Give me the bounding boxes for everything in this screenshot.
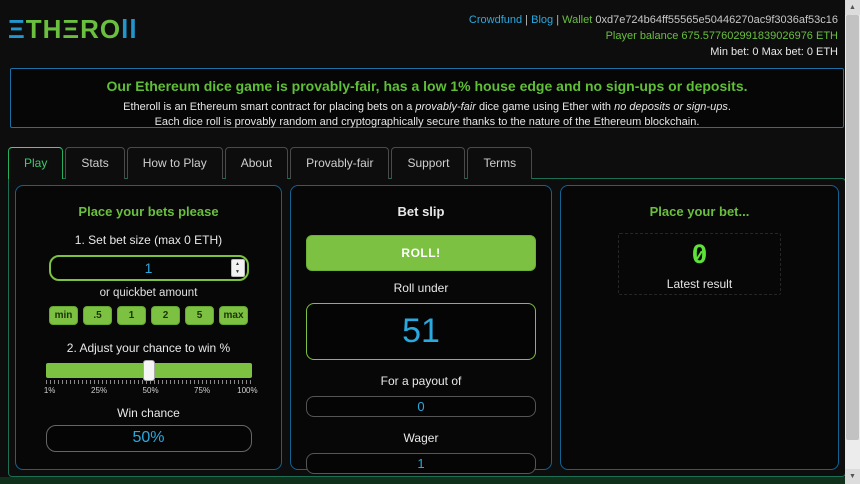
- tick-label: 50%: [143, 386, 159, 395]
- payout-label: For a payout of: [306, 374, 536, 388]
- bet-size-field: ▲ ▼: [49, 255, 249, 281]
- tick-label: 100%: [237, 386, 257, 395]
- bet-limits: Min bet: 0 Max bet: 0 ETH: [469, 44, 838, 60]
- player-balance: Player balance 675.577602991839026976 ET…: [469, 28, 838, 44]
- play-tab-content: Place your bets please 1. Set bet size (…: [8, 178, 846, 477]
- bet-size-label: 1. Set bet size (max 0 ETH): [31, 233, 266, 247]
- tab-terms[interactable]: Terms: [467, 147, 532, 179]
- quickbet-2-button[interactable]: 2: [151, 306, 180, 325]
- quickbet-max-button[interactable]: max: [219, 306, 248, 325]
- spinner-down-icon[interactable]: ▼: [232, 268, 244, 276]
- spinner-up-icon[interactable]: ▲: [232, 260, 244, 268]
- panel-title: Place your bets please: [31, 204, 266, 219]
- tab-how-to-play[interactable]: How to Play: [127, 147, 223, 179]
- tab-about[interactable]: About: [225, 147, 288, 179]
- logo-part: THΞRO: [26, 14, 121, 44]
- result-panel: Place your bet... 0 Latest result: [560, 185, 839, 470]
- tick-label: 25%: [91, 386, 107, 395]
- nav-separator: |: [553, 14, 562, 26]
- quickbet-half-button[interactable]: .5: [83, 306, 112, 325]
- bet-size-spinner: ▲ ▼: [231, 259, 245, 277]
- latest-result-label: Latest result: [619, 277, 780, 291]
- banner-line1: Etheroll is an Ethereum smart contract f…: [11, 100, 843, 115]
- bet-slip-panel: Bet slip ROLL! Roll under 51 For a payou…: [290, 185, 552, 470]
- promo-banner: Our Ethereum dice game is provably-fair,…: [10, 68, 844, 128]
- scrollbar-thumb[interactable]: [846, 15, 859, 440]
- scroll-up-icon[interactable]: ▲: [845, 0, 860, 15]
- roll-button[interactable]: ROLL!: [306, 235, 536, 271]
- quickbet-min-button[interactable]: min: [49, 306, 78, 325]
- tab-stats[interactable]: Stats: [65, 147, 124, 179]
- wager-label: Wager: [306, 431, 536, 445]
- wallet-address: 0xd7e724b64ff55565e50446270ac9f3036af53c…: [595, 14, 838, 26]
- crowdfund-link[interactable]: Crowdfund: [469, 14, 522, 26]
- header-nav-line: Crowdfund | Blog | Wallet 0xd7e724b64ff5…: [469, 12, 838, 28]
- quickbet-buttons: min .5 1 2 5 max: [31, 306, 266, 325]
- win-chance-value: 50%: [46, 425, 252, 452]
- tab-support[interactable]: Support: [391, 147, 465, 179]
- header-info: Crowdfund | Blog | Wallet 0xd7e724b64ff5…: [469, 12, 838, 60]
- nav-separator: |: [522, 14, 531, 26]
- latest-result-value: 0: [692, 239, 707, 269]
- win-chance-slider: 1% 25% 50% 75% 100%: [46, 363, 252, 397]
- tab-play[interactable]: Play: [8, 147, 63, 179]
- roll-under-label: Roll under: [306, 281, 536, 295]
- tab-bar: Play Stats How to Play About Provably-fa…: [8, 147, 534, 179]
- etheroll-logo[interactable]: ΞTHΞROll: [8, 14, 138, 45]
- tab-provably-fair[interactable]: Provably-fair: [290, 147, 389, 179]
- scroll-down-icon[interactable]: ▼: [845, 469, 860, 484]
- tick-label: 75%: [194, 386, 210, 395]
- quickbet-5-button[interactable]: 5: [185, 306, 214, 325]
- vertical-scrollbar[interactable]: ▲ ▼: [845, 0, 860, 484]
- slider-track[interactable]: [46, 363, 252, 378]
- footer-strip: [0, 477, 860, 484]
- banner-line2: Each dice roll is provably random and cr…: [11, 115, 843, 130]
- panel-title: Place your bet...: [576, 204, 823, 219]
- place-bets-panel: Place your bets please 1. Set bet size (…: [15, 185, 282, 470]
- payout-value: 0: [306, 396, 536, 417]
- wallet-label: Wallet: [562, 14, 592, 26]
- wager-value: 1: [306, 453, 536, 474]
- bet-size-input[interactable]: [51, 257, 247, 279]
- latest-result-box: 0 Latest result: [618, 233, 781, 295]
- roll-under-value: 51: [306, 303, 536, 360]
- slider-tick-labels: 1% 25% 50% 75% 100%: [46, 386, 252, 397]
- banner-headline: Our Ethereum dice game is provably-fair,…: [11, 78, 843, 94]
- slider-handle[interactable]: [143, 360, 155, 381]
- win-chance-label: Win chance: [31, 406, 266, 420]
- chance-label: 2. Adjust your chance to win %: [31, 341, 266, 355]
- tick-label: 1%: [44, 386, 56, 395]
- panel-title: Bet slip: [306, 204, 536, 219]
- quickbet-label: or quickbet amount: [31, 287, 266, 299]
- logo-part: ll: [121, 14, 137, 44]
- quickbet-1-button[interactable]: 1: [117, 306, 146, 325]
- logo-part: Ξ: [8, 14, 26, 44]
- blog-link[interactable]: Blog: [531, 14, 553, 26]
